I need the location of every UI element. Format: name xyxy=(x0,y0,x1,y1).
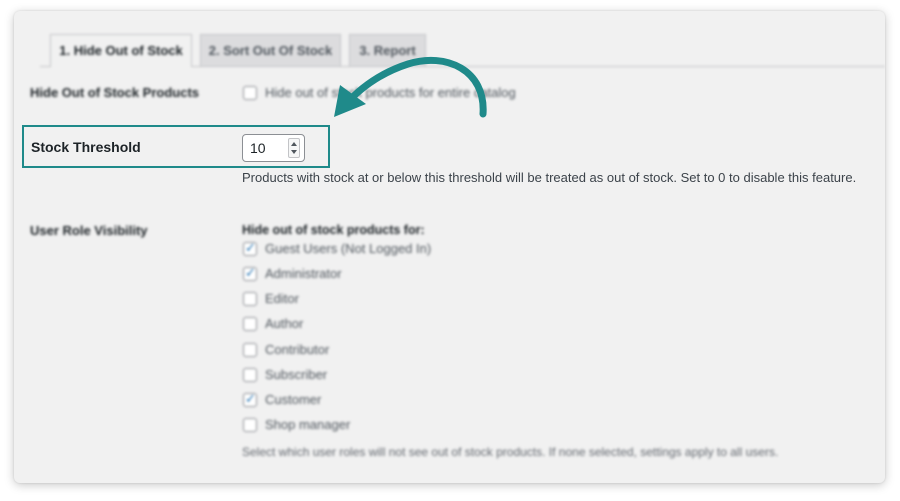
curved-arrow-icon xyxy=(334,56,487,118)
